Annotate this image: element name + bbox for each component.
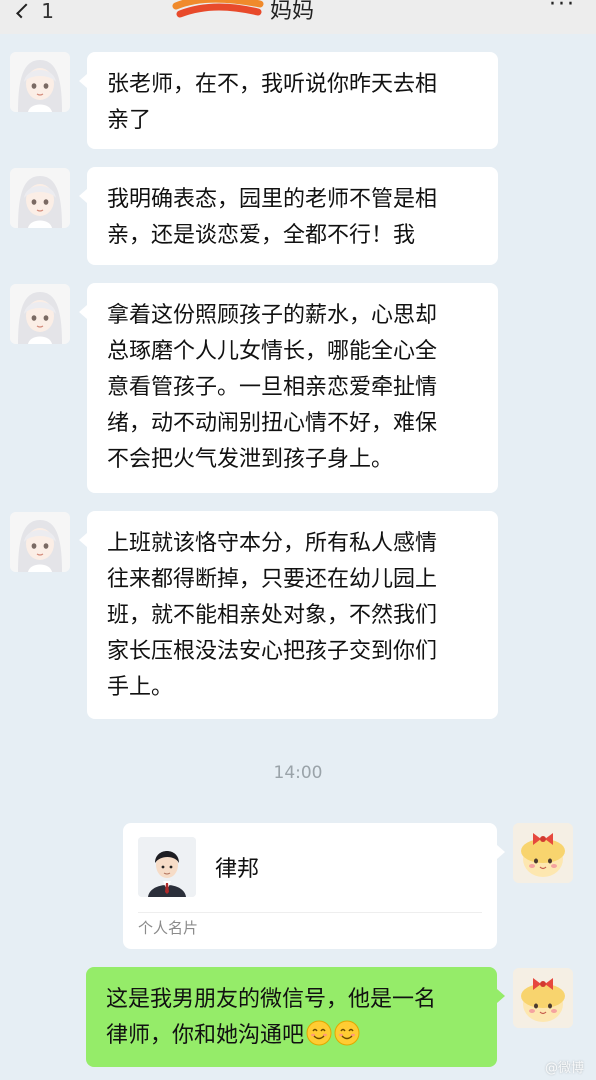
message-line: 班，就不能相亲处对象，不然我们	[107, 603, 438, 628]
contact-card[interactable]: 律邦 个人名片	[123, 823, 505, 949]
sender-avatar[interactable]	[10, 512, 70, 572]
card-divider	[138, 912, 482, 913]
girl-avatar-icon	[10, 512, 70, 572]
reply-line-2: 律师，你和她沟通吧	[106, 1018, 477, 1054]
girl-avatar-icon	[10, 168, 70, 228]
unread-count: 1	[41, 0, 54, 23]
girl-avatar-icon	[10, 284, 70, 344]
chat-title-text: 妈妈	[270, 0, 315, 24]
back-button[interactable]: 1	[14, 0, 54, 28]
message-line: 张老师，在不，我听说你昨天去相	[107, 72, 438, 97]
contact-avatar	[138, 837, 196, 897]
reply-line-text: 律师，你和她沟通吧	[106, 1023, 305, 1048]
message-bubble-3[interactable]: 拿着这份照顾孩子的薪水，心思却 总琢磨个人儿女情长，哪能全心全 意看管孩子。一旦…	[79, 283, 498, 493]
redaction-scribble	[172, 0, 264, 18]
message-line: 总琢磨个人儿女情长，哪能全心全	[107, 339, 438, 364]
reply-bubble[interactable]: 这是我男朋友的微信号，他是一名 律师，你和她沟通吧	[86, 967, 505, 1067]
message-line: 上班就该恪守本分，所有私人感情	[107, 531, 438, 556]
message-line: 意看管孩子。一旦相亲恋爱牵扯情	[107, 375, 438, 400]
lawyer-avatar-icon	[138, 837, 196, 897]
watermark: @微博	[544, 1061, 584, 1076]
more-options-button[interactable]: ···	[549, 0, 576, 17]
back-arrow-icon	[16, 3, 32, 19]
message-line: 绪，动不动闹别扭心情不好，难保	[107, 411, 438, 436]
girl-avatar-icon	[10, 52, 70, 112]
time-divider: 14:00	[273, 763, 323, 783]
sender-avatar[interactable]	[10, 52, 70, 112]
sender-avatar[interactable]	[10, 284, 70, 344]
chat-title: 妈妈	[170, 0, 314, 26]
chat-header: 1 妈妈 ···	[0, 0, 596, 34]
message-line: 往来都得断掉，只要还在幼儿园上	[107, 567, 438, 592]
smiling-face-icon	[306, 1020, 332, 1046]
contact-card-type: 个人名片	[138, 919, 199, 937]
my-avatar[interactable]	[513, 823, 573, 883]
cartoon-avatar-icon	[513, 823, 573, 883]
message-line: 亲，还是谈恋爱，全都不行！我	[107, 223, 416, 248]
message-line: 我明确表态，园里的老师不管是相	[107, 187, 438, 212]
message-line: 手上。	[107, 675, 174, 700]
reply-line: 这是我男朋友的微信号，他是一名	[106, 987, 437, 1012]
message-bubble-2[interactable]: 我明确表态，园里的老师不管是相 亲，还是谈恋爱，全都不行！我	[79, 167, 498, 265]
smiling-face-icon	[334, 1020, 360, 1046]
message-line: 不会把火气发泄到孩子身上。	[107, 447, 394, 472]
sender-avatar[interactable]	[10, 168, 70, 228]
message-line: 家长压根没法安心把孩子交到你们	[107, 639, 438, 664]
my-avatar[interactable]	[513, 968, 573, 1028]
message-line: 拿着这份照顾孩子的薪水，心思却	[107, 303, 438, 328]
message-bubble-4[interactable]: 上班就该恪守本分，所有私人感情 往来都得断掉，只要还在幼儿园上 班，就不能相亲处…	[79, 511, 498, 719]
cartoon-avatar-icon	[513, 968, 573, 1028]
contact-name: 律邦	[215, 857, 260, 882]
message-line: 亲了	[107, 108, 152, 133]
message-bubble-1[interactable]: 张老师，在不，我听说你昨天去相 亲了	[79, 52, 498, 149]
